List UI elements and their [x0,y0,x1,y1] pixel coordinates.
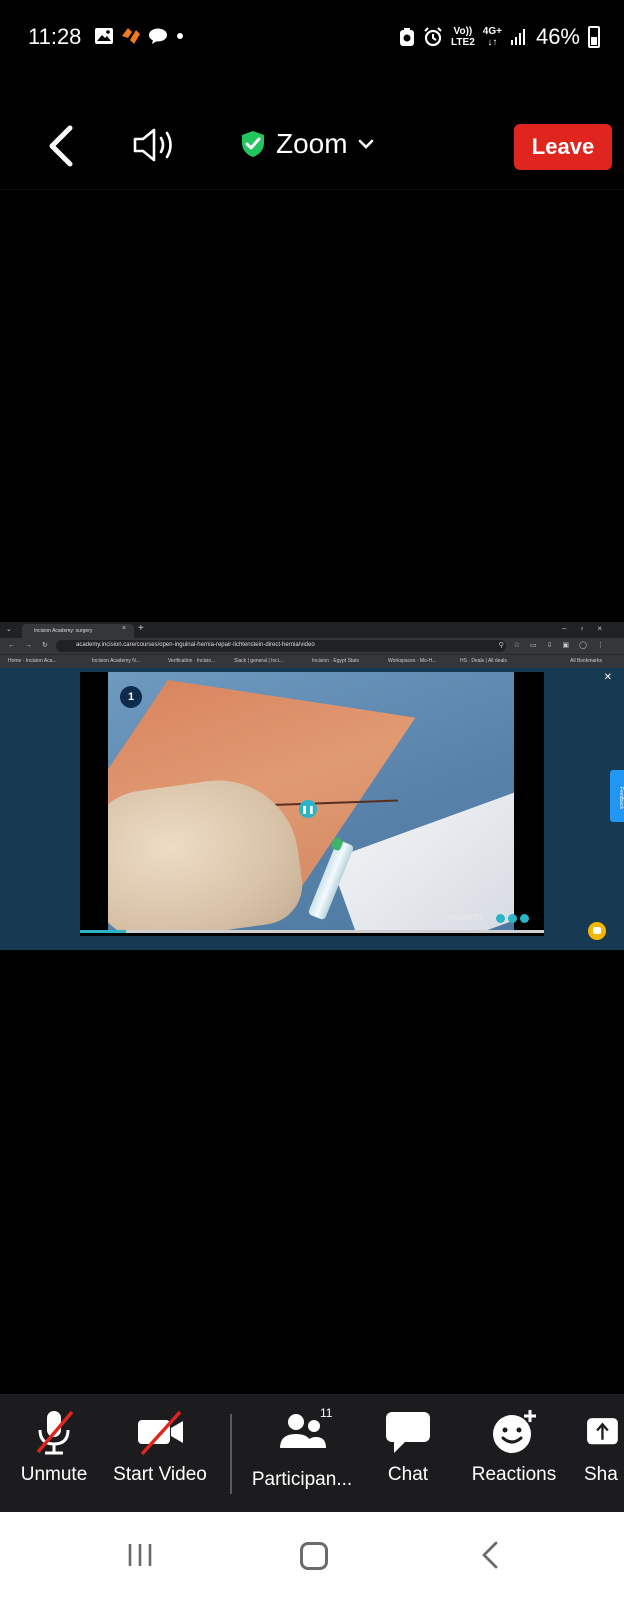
battery-percent: 46% [535,24,580,49]
chat-button[interactable]: Chat [370,1408,446,1498]
new-tab-icon: + [138,623,144,634]
bookmark-item: Slack | general | Inci... [234,658,284,664]
video-progress-track [80,930,544,933]
bookmark-item: All Bookmarks [570,658,602,664]
reactions-button[interactable]: Reactions [462,1408,566,1498]
battery-icon [588,26,600,48]
shared-screen: ⌄ Incision Academy: surgery × + –▫× ←→↻ … [0,622,624,950]
status-time: 11:28 [28,24,82,49]
step-badge: 1 [120,686,142,708]
bookmark-item: HS · Deals | All deals [460,658,507,664]
browser-address-row: ←→↻ academy.incision.care/courses/open-i… [0,638,624,654]
participants-count: 11 [320,1406,333,1420]
chat-label: Chat [387,1464,429,1485]
tab-close-icon: × [122,625,127,632]
share-label: Sha [584,1464,618,1485]
recent-apps-icon[interactable] [126,1542,154,1568]
tab-search-icon: ⌄ [6,626,12,633]
gen-top: 4G+ [482,26,502,37]
fullscreen-icon [520,914,529,923]
status-bar: 11:28 Vo)) LTE2 4G+ ↓↑ 46% [0,0,624,76]
leave-button[interactable]: Leave [514,124,612,170]
android-nav-bar [0,1512,624,1600]
chat-bubble-icon [149,28,167,44]
video-off-icon [138,1410,183,1456]
browser-toolbar-icons: ⚲☆▭⇩▣◯⋮ [498,642,614,649]
signal-icon [510,29,525,45]
meeting-top-bar: Zoom Leave [0,100,624,190]
video-watermark: incision [448,912,482,923]
chevron-down-icon [358,139,373,149]
reactions-label: Reactions [471,1464,557,1485]
back-chevron-icon[interactable] [42,124,82,168]
video-controls [496,914,529,923]
browser-tab: Incision Academy: surgery [22,624,134,638]
rewind-icon [496,914,505,923]
help-chat-icon [588,922,606,940]
unmute-button[interactable]: Unmute [14,1408,94,1498]
start-video-label: Start Video [113,1464,207,1485]
bookmarks-bar: Home · Incision Aca... Incision Academy … [0,654,624,668]
bookmark-item: Workspaces · Mo-H... [388,658,437,664]
alarm-icon [424,27,442,47]
bookmark-item: Incision Academy N... [92,658,141,664]
course-video-player: 1 ❚❚ incision [80,672,544,936]
network-gen-indicator: 4G+ ↓↑ [483,26,502,48]
volte-indicator: Vo)) LTE2 [451,26,475,48]
participants-button[interactable]: 11 Participan... [246,1406,358,1498]
status-right: Vo)) LTE2 4G+ ↓↑ 46% [399,24,600,50]
feedback-tab: Feedback [610,770,624,822]
video-progress-fill [80,930,127,933]
shield-check-icon [242,131,264,157]
settings-icon [508,914,517,923]
home-icon[interactable] [300,1542,328,1570]
meeting-title-dropdown[interactable]: Zoom [240,128,374,160]
meeting-title: Zoom [276,128,348,159]
bookmark-item: Verification · Incisio... [168,658,216,664]
nav-back-icon[interactable] [478,1540,502,1570]
speaker-icon[interactable] [132,126,178,164]
gallery-icon [95,28,113,44]
meeting-toolbar: Unmute Start Video 11 Participan... Chat [0,1394,624,1512]
unmute-label: Unmute [20,1464,88,1485]
bookmark-item: Home · Incision Aca... [8,658,57,664]
browser-tab-strip: ⌄ Incision Academy: surgery × + –▫× [0,622,624,638]
participants-label: Participan... [251,1469,353,1490]
share-screen-icon [587,1418,618,1445]
reactions-icon [493,1410,536,1453]
dot-icon [177,33,183,39]
share-button[interactable]: Sha [584,1408,624,1498]
chat-icon [386,1412,430,1453]
app-notification-icon [122,28,140,44]
url-bar: academy.incision.care/courses/open-ingui… [56,640,506,652]
pause-icon: ❚❚ [299,800,317,818]
bookmark-item: Incision · Egypt Stats [312,658,359,664]
browser-nav-icons: ←→↻ [8,642,58,649]
notification-icons [94,26,186,46]
mic-muted-icon [36,1410,74,1455]
gen-bottom: ↓↑ [487,37,498,48]
start-video-button[interactable]: Start Video [108,1408,212,1498]
battery-saver-icon [400,28,415,46]
toolbar-divider [230,1414,232,1494]
window-controls: –▫× [562,624,616,633]
close-icon: ✕ [603,672,612,683]
volte-bottom: LTE2 [451,37,475,48]
volte-top: Vo)) [453,26,473,37]
